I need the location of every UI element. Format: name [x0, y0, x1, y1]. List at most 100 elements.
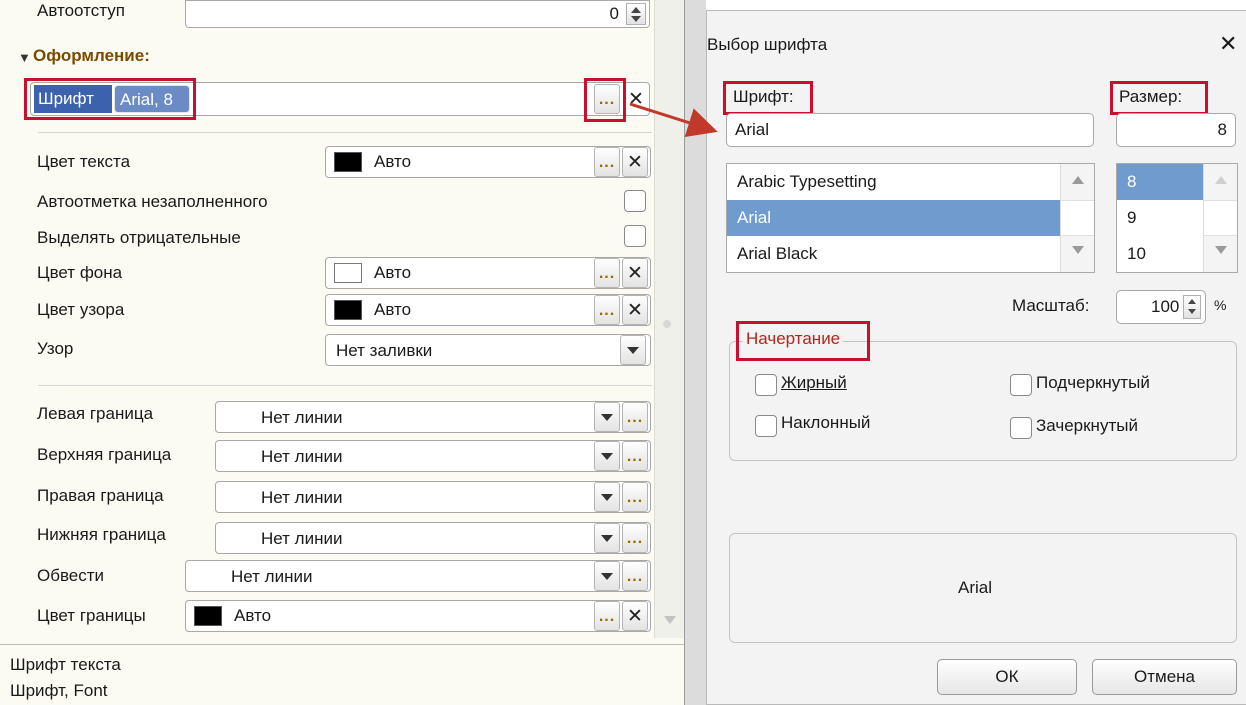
- description-title: Шрифт текста: [10, 655, 121, 674]
- top-border-dropdown-icon[interactable]: [594, 441, 620, 471]
- negative-checkbox[interactable]: [624, 225, 646, 247]
- right-border-label: Правая граница: [37, 486, 164, 505]
- size-list-item[interactable]: 10: [1117, 236, 1203, 272]
- spin-icon[interactable]: [626, 3, 646, 25]
- scroll-up-icon[interactable]: [1215, 176, 1227, 184]
- highlight-font-field: [24, 78, 196, 120]
- panel-scrollbar[interactable]: [654, 0, 684, 638]
- pattern-color-clear-icon[interactable]: ✕: [622, 295, 648, 325]
- outline-dropdown-icon[interactable]: [594, 561, 620, 591]
- outline-label: Обвести: [37, 566, 105, 585]
- italic-checkbox[interactable]: [755, 415, 777, 437]
- size-list-scrollbar[interactable]: [1203, 164, 1237, 272]
- cancel-button[interactable]: Отмена: [1092, 659, 1237, 695]
- text-color-choose-button[interactable]: ...: [594, 147, 620, 177]
- top-border-value: Нет линии: [261, 447, 343, 466]
- left-border-select[interactable]: Нет линии: [215, 401, 651, 433]
- separator: [38, 385, 652, 386]
- highlight-size-label: [1110, 81, 1208, 115]
- spin-icon[interactable]: [1183, 295, 1201, 319]
- font-listbox[interactable]: Arabic Typesetting Arial Arial Black: [726, 163, 1095, 273]
- bg-color-clear-icon[interactable]: ✕: [622, 258, 648, 288]
- pattern-color-label: Цвет узора: [37, 300, 125, 319]
- bottom-border-choose-button[interactable]: ...: [622, 523, 648, 553]
- right-border-dropdown-icon[interactable]: [594, 482, 620, 512]
- autofill-checkbox[interactable]: [624, 190, 646, 212]
- text-color-label: Цвет текста: [37, 152, 131, 171]
- top-border-choose-button[interactable]: ...: [622, 441, 648, 471]
- border-color-label: Цвет границы: [37, 606, 146, 625]
- scroll-down-icon[interactable]: [1215, 246, 1227, 254]
- right-border-select[interactable]: Нет линии: [215, 481, 651, 513]
- strikeout-checkbox[interactable]: [1010, 417, 1032, 439]
- underline-label[interactable]: Подчеркнутый: [1036, 373, 1150, 393]
- strikeout-label[interactable]: Зачеркнутый: [1036, 416, 1138, 436]
- autoindent-value: 0: [609, 4, 619, 23]
- scale-input[interactable]: 100: [1116, 290, 1206, 324]
- scroll-thumb[interactable]: [1061, 200, 1094, 236]
- text-color-clear-icon[interactable]: ✕: [622, 147, 648, 177]
- size-input[interactable]: 8: [1116, 113, 1236, 147]
- font-clear-icon[interactable]: ✕: [623, 84, 649, 114]
- close-icon[interactable]: ✕: [1219, 31, 1237, 57]
- left-border-choose-button[interactable]: ...: [622, 402, 648, 432]
- scroll-down-icon[interactable]: [663, 616, 676, 624]
- preview-text: Arial: [958, 578, 993, 597]
- font-name-input[interactable]: Arial: [726, 113, 1094, 147]
- scroll-up-icon[interactable]: [1072, 176, 1084, 184]
- pattern-select[interactable]: Нет заливки: [325, 334, 651, 366]
- pattern-dropdown-icon[interactable]: [620, 335, 646, 365]
- ok-button[interactable]: ОК: [937, 659, 1077, 695]
- pattern-color-choose-button[interactable]: ...: [594, 295, 620, 325]
- preview-box: Arial: [729, 533, 1237, 643]
- separator: [38, 132, 652, 133]
- highlight-font-button: [584, 78, 626, 122]
- size-list-item-selected[interactable]: 8: [1117, 164, 1203, 200]
- bold-label[interactable]: Жирный: [781, 373, 847, 393]
- outline-value: Нет линии: [231, 567, 313, 586]
- text-color-value: Авто: [374, 152, 412, 171]
- autoindent-label: Автоотступ: [37, 1, 125, 20]
- bottom-border-select[interactable]: Нет линии: [215, 522, 651, 554]
- left-border-dropdown-icon[interactable]: [594, 402, 620, 432]
- outline-select[interactable]: Нет линии: [185, 560, 651, 592]
- italic-label[interactable]: Наклонный: [781, 413, 870, 433]
- border-color-choose-button[interactable]: ...: [594, 601, 620, 631]
- font-list-item[interactable]: Arabic Typesetting: [727, 164, 1060, 200]
- description-panel: Шрифт текста Шрифт, Font: [0, 644, 684, 705]
- scroll-thumb[interactable]: [1204, 200, 1237, 236]
- font-list-item[interactable]: Arial Black: [727, 236, 1060, 272]
- bg-color-choose-button[interactable]: ...: [594, 258, 620, 288]
- left-border-label: Левая граница: [37, 404, 154, 423]
- properties-panel: Автоотступ 0 ▼ Оформление: Шрифт Arial, …: [0, 0, 684, 705]
- description-text: Шрифт, Font: [10, 681, 108, 700]
- bg-color-label: Цвет фона: [37, 263, 123, 282]
- highlight-style-group: [736, 321, 870, 361]
- size-list-item[interactable]: 9: [1117, 200, 1203, 236]
- font-list-scrollbar[interactable]: [1060, 164, 1094, 272]
- top-border-label: Верхняя граница: [37, 445, 172, 464]
- bold-checkbox[interactable]: [755, 374, 777, 396]
- outline-choose-button[interactable]: ...: [622, 561, 648, 591]
- autoindent-field[interactable]: 0: [185, 0, 650, 28]
- left-border-value: Нет линии: [261, 408, 343, 427]
- underline-checkbox[interactable]: [1010, 374, 1032, 396]
- bg-color-value: Авто: [374, 263, 412, 282]
- scroll-down-icon[interactable]: [1072, 246, 1084, 254]
- border-color-clear-icon[interactable]: ✕: [622, 601, 648, 631]
- border-color-value: Авто: [234, 606, 272, 625]
- size-listbox[interactable]: 8 9 10: [1116, 163, 1238, 273]
- window-gap: [684, 0, 706, 705]
- dialog-title: Выбор шрифта: [707, 35, 828, 54]
- scroll-grip[interactable]: [663, 320, 671, 328]
- right-border-choose-button[interactable]: ...: [622, 482, 648, 512]
- scale-value: 100: [1151, 297, 1180, 316]
- pattern-label: Узор: [37, 339, 74, 358]
- font-list-item-selected[interactable]: Arial: [727, 200, 1060, 236]
- border-color-field[interactable]: Авто: [185, 600, 651, 632]
- top-border-select[interactable]: Нет линии: [215, 440, 651, 472]
- scale-unit: %: [1214, 297, 1227, 313]
- bottom-border-dropdown-icon[interactable]: [594, 523, 620, 553]
- font-dialog: Выбор шрифта ✕ Шрифт: Arial Размер: 8 Ar…: [706, 10, 1246, 705]
- collapse-triangle-icon[interactable]: ▼: [18, 50, 31, 65]
